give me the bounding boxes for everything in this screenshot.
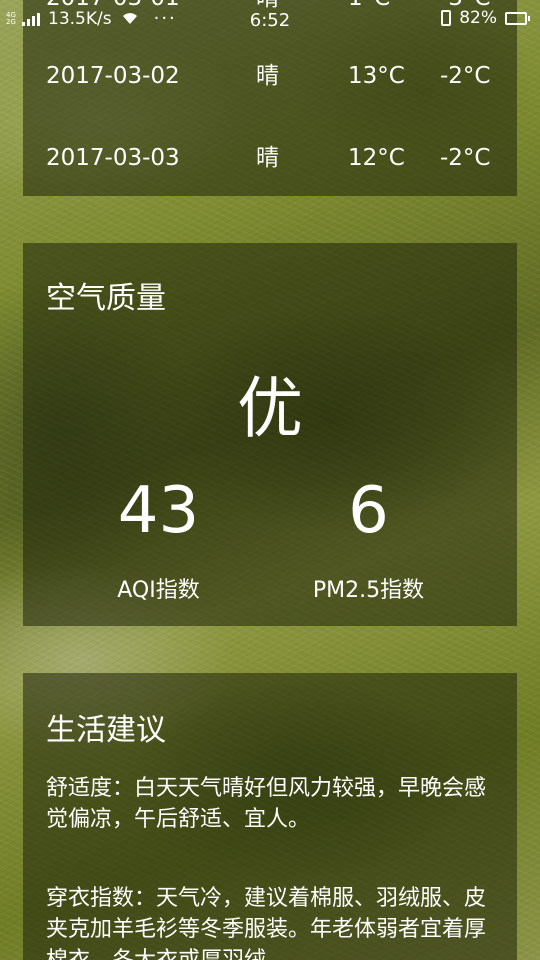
forecast-max-temp: 12°C [348,145,405,171]
dressing-suggestion: 穿衣指数：天气冷，建议着棉服、羽绒服、皮夹克加羊毛衫等冬季服装。年老体弱者宜着厚… [46,886,487,960]
air-quality-card: 空气质量 优 43 6 AQI指数 PM2.5指数 [23,243,517,626]
forecast-date: 2017-03-03 [46,145,180,171]
forecast-min-temp: -2°C [440,145,491,171]
forecast-row: 2017-03-02 晴 13°C -2°C [23,56,517,96]
forecast-min-temp: -2°C [440,63,491,89]
vibrate-phone-icon [441,10,452,26]
battery-icon [505,11,530,25]
pm25-label: PM2.5指数 [312,578,425,603]
weather-screen: 4G 2G 13.5K/s ··· 6:52 82% 2017-03-02 晴 … [0,0,540,960]
air-quality-level: 优 [237,370,303,447]
forecast-condition: 晴 [256,145,279,171]
forecast-date: 2017-03-02 [46,63,180,89]
forecast-row: 2017-03-03 晴 12°C -2°C [23,138,517,178]
battery-percent: 82% [459,8,497,28]
life-suggestion-card: 生活建议 舒适度：白天天气晴好但风力较强，早晚会感觉偏凉，午后舒适、宜人。 穿衣… [23,673,517,960]
life-suggestion-title: 生活建议 [46,713,166,748]
air-quality-title: 空气质量 [46,281,166,316]
forecast-condition: 晴 [256,63,279,89]
comfort-suggestion: 舒适度：白天天气晴好但风力较强，早晚会感觉偏凉，午后舒适、宜人。 [46,776,487,832]
status-bar: 4G 2G 13.5K/s ··· 6:52 82% [0,0,540,36]
status-bar-right: 82% [441,8,530,28]
forecast-max-temp: 13°C [348,63,405,89]
pm25-value: 6 [348,474,389,548]
